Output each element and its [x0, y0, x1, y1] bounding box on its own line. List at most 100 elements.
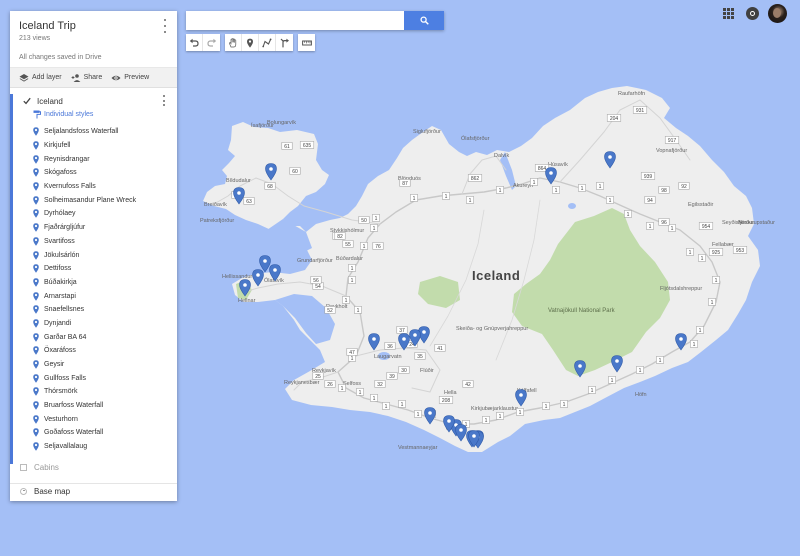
place-item[interactable]: Bruarfoss Waterfall	[13, 399, 177, 413]
place-marker-icon	[33, 154, 39, 164]
route-shield: 1	[360, 242, 368, 250]
place-item[interactable]: Snaefellsnes	[13, 303, 177, 317]
route-number: 56	[313, 278, 319, 284]
route-shield: 1	[370, 224, 378, 232]
map-views: 213 views	[19, 35, 51, 42]
place-item[interactable]: Seljavallalaug	[13, 440, 177, 454]
place-item[interactable]: Fjaðrárgljúfur	[13, 221, 177, 235]
route-shield: 1	[342, 296, 350, 304]
place-marker-icon	[33, 414, 39, 424]
place-name: Seljavallalaug	[44, 443, 88, 451]
place-name: Fjaðrárgljúfur	[44, 224, 86, 232]
share-button[interactable]: Share	[71, 73, 103, 83]
place-item[interactable]: Dettifoss	[13, 262, 177, 276]
place-item[interactable]: Jökulsárlón	[13, 248, 177, 262]
place-name: Solheimasandur Plane Wreck	[44, 196, 137, 204]
individual-styles-link[interactable]: Individual styles	[13, 108, 177, 121]
place-item[interactable]: Solheimasandur Plane Wreck	[13, 193, 177, 207]
route-shield: 1	[348, 276, 356, 284]
route-shield: 68	[264, 182, 276, 190]
map-title[interactable]: Iceland Trip	[19, 20, 177, 32]
place-marker-icon	[33, 401, 39, 410]
map-options-icon[interactable]	[161, 19, 169, 33]
route-number: 1	[609, 198, 612, 204]
layer-cabins[interactable]: Cabins	[20, 463, 59, 472]
place-item[interactable]: Svartifoss	[13, 235, 177, 249]
town-label: Patreksfjörður	[200, 217, 234, 224]
route-shield: 862	[467, 174, 483, 182]
place-item[interactable]: Gullfoss Falls	[13, 371, 177, 385]
place-item[interactable]: Kvernufoss Falls	[13, 180, 177, 194]
route-shield: 76	[372, 242, 384, 250]
place-item[interactable]: Garðar BA 64	[13, 330, 177, 344]
avatar[interactable]	[768, 4, 787, 23]
place-item[interactable]: Kirkjufell	[13, 139, 177, 153]
route-number: 1	[671, 226, 674, 232]
route-shield: 1	[356, 388, 364, 396]
measure-button[interactable]	[298, 34, 315, 51]
place-marker-icon	[33, 250, 39, 260]
layer-name[interactable]: Iceland	[37, 97, 63, 106]
layer-visibility-checkbox[interactable]	[23, 97, 31, 105]
layer-options-icon[interactable]	[161, 95, 167, 106]
place-item[interactable]: Vesturhorn	[13, 412, 177, 426]
route-number: 55	[345, 242, 351, 248]
place-item[interactable]: Dynjandi	[13, 317, 177, 331]
place-item[interactable]: Seljalandsfoss Waterfall	[13, 125, 177, 139]
place-item[interactable]: Thórsmörk	[13, 385, 177, 399]
place-item[interactable]: Dyrhólaey	[13, 207, 177, 221]
layer-header: Iceland	[13, 94, 177, 108]
select-tool-button[interactable]	[225, 34, 242, 51]
route-number: 1	[701, 256, 704, 262]
town-label: Akureyri	[513, 183, 533, 189]
cabins-checkbox[interactable]	[20, 464, 27, 471]
place-item[interactable]: Reynisdrangar	[13, 152, 177, 166]
route-number: 1	[693, 342, 696, 348]
place-item[interactable]: Búðakirkja	[13, 276, 177, 290]
place-marker-icon	[33, 332, 39, 342]
route-number: 1	[357, 308, 360, 314]
place-marker-icon	[33, 195, 39, 205]
place-item[interactable]: Öxaráfoss	[13, 344, 177, 358]
town-label: Laugarvatn	[374, 354, 402, 360]
place-marker-icon	[33, 223, 39, 232]
route-number: 1	[519, 410, 522, 416]
add-layer-button[interactable]: Add layer	[19, 73, 62, 83]
route-shield: 931	[632, 106, 648, 114]
place-marker-icon	[33, 141, 39, 150]
undo-icon	[189, 38, 199, 47]
share-label: Share	[83, 74, 103, 81]
apps-grid-icon[interactable]	[723, 8, 734, 19]
route-number: 50	[361, 218, 367, 224]
ruler-icon	[301, 40, 312, 45]
route-number: 1	[499, 414, 502, 420]
place-item[interactable]: Geysir	[13, 358, 177, 372]
add-marker-button[interactable]	[242, 34, 259, 51]
place-item[interactable]: Goðafoss Waterfall	[13, 426, 177, 440]
town-label: Skeiða- og Gnúpverjahreppur	[456, 325, 528, 332]
route-shield: 82	[334, 232, 346, 240]
preview-button[interactable]: Preview	[111, 73, 149, 83]
directions-button[interactable]	[276, 34, 293, 51]
notifications-icon[interactable]	[746, 7, 759, 20]
route-number: 1	[715, 278, 718, 284]
route-shield: 1	[624, 210, 632, 218]
route-number: 1	[711, 300, 714, 306]
route-number: 54	[315, 284, 321, 290]
redo-button[interactable]	[203, 34, 220, 51]
search-input[interactable]	[186, 11, 404, 30]
draw-line-button[interactable]	[259, 34, 276, 51]
base-map-toggle[interactable]: Base map	[20, 487, 70, 496]
place-name: Bruarfoss Waterfall	[44, 402, 104, 410]
route-number: 1	[413, 196, 416, 202]
route-shield: 39	[386, 372, 398, 380]
undo-button[interactable]	[186, 34, 203, 51]
place-item[interactable]: Skógafoss	[13, 166, 177, 180]
place-item[interactable]: Arnarstapi	[13, 289, 177, 303]
paint-roller-icon	[33, 110, 41, 119]
search-button[interactable]	[404, 11, 444, 30]
history-tools	[186, 34, 220, 51]
route-shield: 1	[442, 192, 450, 200]
route-number: 30	[401, 368, 407, 374]
marker-icon	[247, 38, 253, 48]
